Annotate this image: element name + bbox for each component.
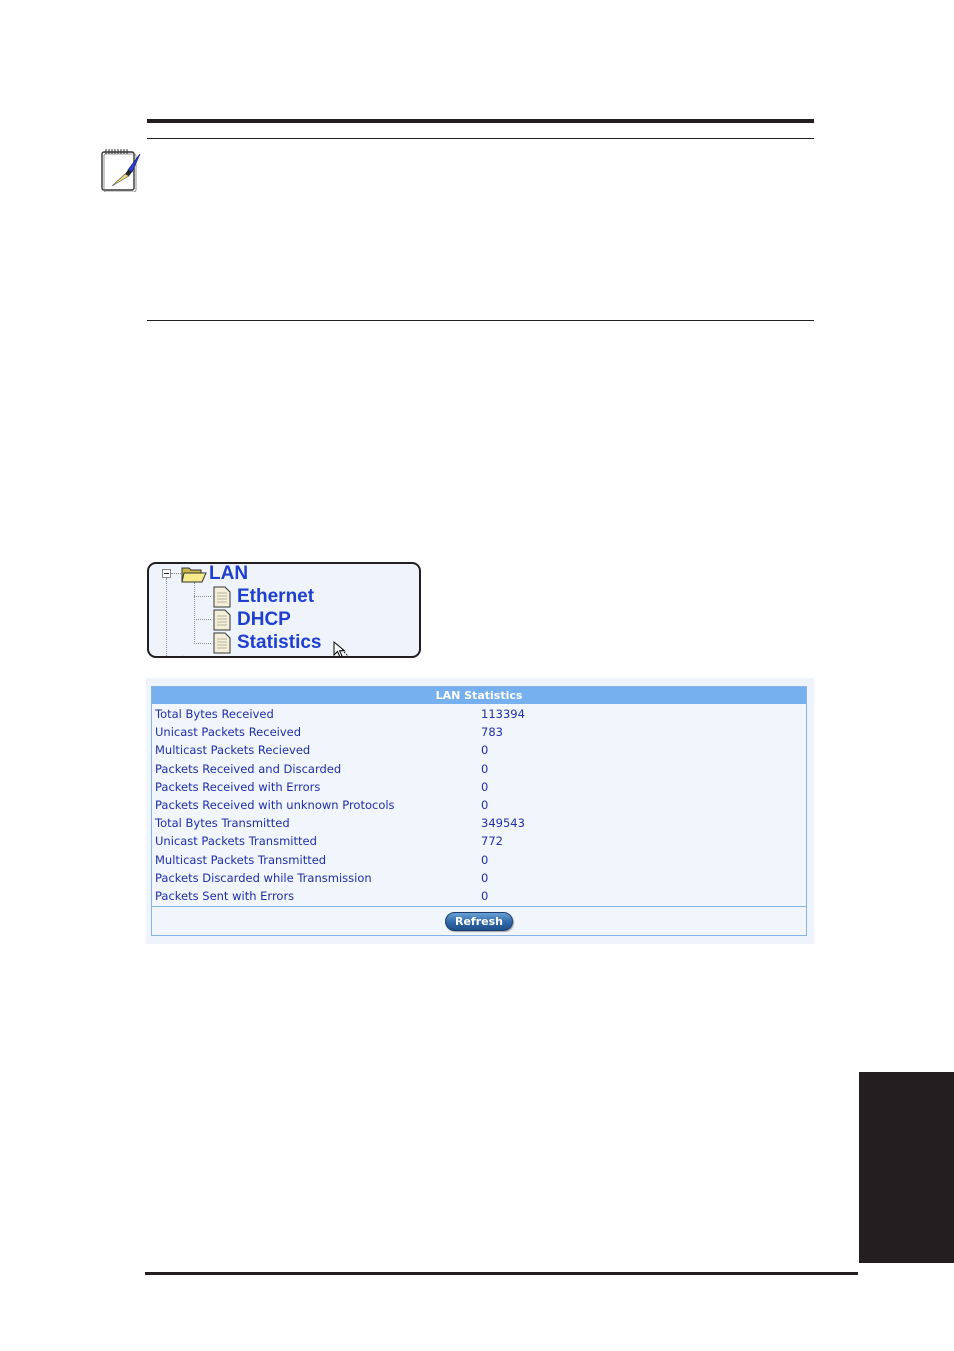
document-icon bbox=[213, 632, 231, 654]
folder-open-icon bbox=[181, 567, 207, 583]
chapter-side-tab bbox=[859, 1072, 954, 1263]
notepad-pen-icon bbox=[101, 149, 141, 192]
table-row: Packets Sent with Errors 0 bbox=[152, 887, 806, 905]
table-row: Unicast Packets Transmitted 772 bbox=[152, 832, 806, 850]
table-row: Unicast Packets Received 783 bbox=[152, 723, 806, 741]
stat-value: 113394 bbox=[481, 707, 525, 722]
tree-guide-line bbox=[166, 578, 167, 656]
tree-item-statistics[interactable]: Statistics bbox=[213, 632, 321, 654]
stat-value: 0 bbox=[481, 888, 489, 903]
stat-value: 0 bbox=[481, 761, 489, 776]
stat-value: 772 bbox=[481, 834, 503, 849]
tree-item-dhcp[interactable]: DHCP bbox=[213, 609, 291, 631]
tree-item-ethernet-label[interactable]: Ethernet bbox=[237, 586, 314, 608]
tree-guide-line bbox=[194, 596, 211, 597]
stat-value: 0 bbox=[481, 779, 489, 794]
note-rule-bottom bbox=[147, 320, 814, 321]
tree-guide-line bbox=[194, 643, 211, 644]
refresh-button[interactable]: Refresh bbox=[445, 911, 513, 931]
stat-label: Multicast Packets Recieved bbox=[155, 743, 311, 758]
mouse-cursor-icon bbox=[333, 641, 349, 656]
table-row: Packets Received with unknown Protocols 0 bbox=[152, 796, 806, 814]
lan-statistics-table: LAN Statistics Total Bytes Received 11339… bbox=[151, 686, 807, 936]
header-rule-thick bbox=[147, 119, 814, 123]
table-footer: Refresh bbox=[152, 906, 806, 935]
stat-label: Unicast Packets Received bbox=[155, 725, 302, 740]
table-row: Packets Received with Errors 0 bbox=[152, 778, 806, 796]
stat-value: 0 bbox=[481, 798, 489, 813]
stat-value: 783 bbox=[481, 725, 503, 740]
stat-label: Packets Discarded while Transmission bbox=[155, 870, 372, 885]
stat-value: 0 bbox=[481, 852, 489, 867]
document-icon bbox=[213, 586, 231, 608]
tree-guide-line bbox=[171, 573, 181, 574]
table-row: Total Bytes Received 113394 bbox=[152, 705, 806, 723]
stat-label: Packets Received with unknown Protocols bbox=[155, 798, 395, 813]
tree-guide-line bbox=[194, 619, 211, 620]
stat-label: Packets Sent with Errors bbox=[155, 888, 295, 903]
footer-rule bbox=[145, 1272, 858, 1275]
tree-item-statistics-label[interactable]: Statistics bbox=[237, 632, 321, 654]
table-row: Total Bytes Transmitted 349543 bbox=[152, 814, 806, 832]
tree-item-ethernet[interactable]: Ethernet bbox=[213, 586, 314, 608]
stat-label: Total Bytes Transmitted bbox=[155, 816, 290, 831]
stat-value: 0 bbox=[481, 743, 489, 758]
stat-label: Total Bytes Received bbox=[155, 707, 274, 722]
tree-item-dhcp-label[interactable]: DHCP bbox=[237, 609, 291, 631]
stat-label: Unicast Packets Transmitted bbox=[155, 834, 317, 849]
table-row: Multicast Packets Recieved 0 bbox=[152, 741, 806, 759]
folder-icon bbox=[181, 655, 185, 656]
stat-value: 349543 bbox=[481, 816, 525, 831]
table-row: Packets Received and Discarded 0 bbox=[152, 760, 806, 778]
stat-label: Multicast Packets Transmitted bbox=[155, 852, 327, 867]
lan-statistics-panel: LAN Statistics Total Bytes Received 11339… bbox=[146, 678, 814, 944]
stat-value: 0 bbox=[481, 870, 489, 885]
note-rule-top bbox=[147, 138, 814, 139]
lan-tree-panel: LAN Ethernet DHCP Statistics bbox=[147, 562, 421, 658]
tree-item-lan-label[interactable]: LAN bbox=[209, 564, 248, 585]
tree-guide-line bbox=[194, 582, 195, 644]
table-row: Packets Discarded while Transmission 0 bbox=[152, 869, 806, 887]
stat-label: Packets Received and Discarded bbox=[155, 761, 342, 776]
tree-item-lan[interactable]: LAN bbox=[181, 564, 248, 585]
stat-label: Packets Received with Errors bbox=[155, 779, 321, 794]
collapse-toggle-icon[interactable] bbox=[162, 569, 171, 578]
table-row: Multicast Packets Transmitted 0 bbox=[152, 851, 806, 869]
document-icon bbox=[213, 609, 231, 631]
table-title: LAN Statistics bbox=[152, 687, 806, 704]
stats-rows: Total Bytes Received 113394 Unicast Packet… bbox=[152, 704, 806, 905]
